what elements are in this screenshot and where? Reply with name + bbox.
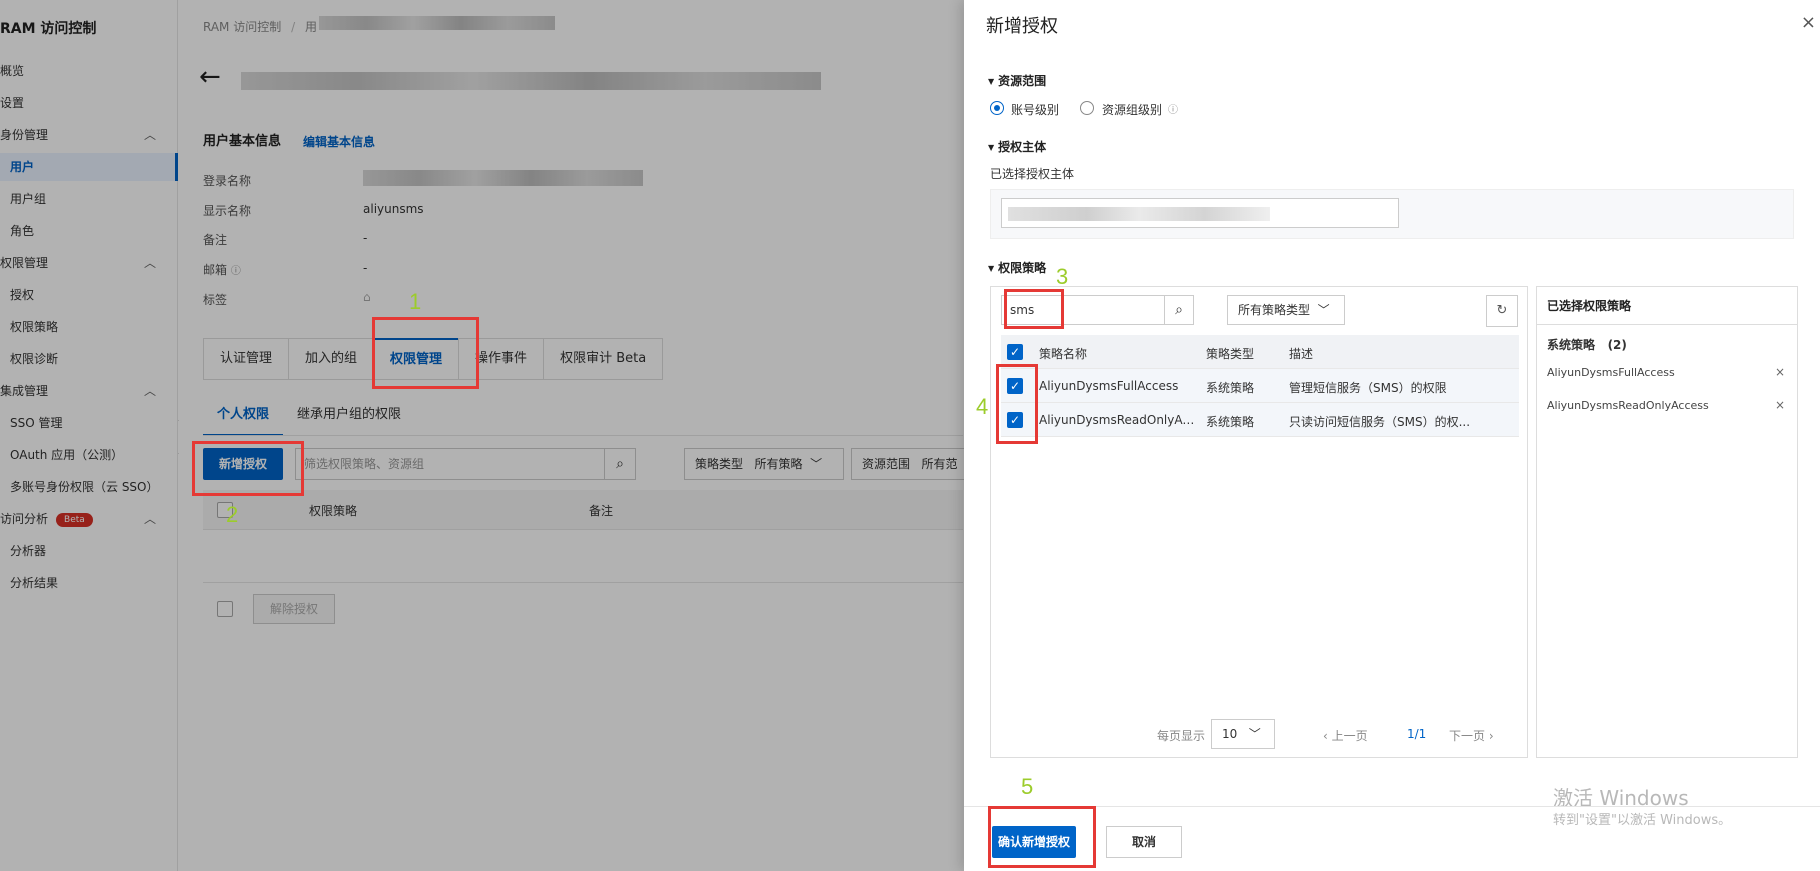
radio-label[interactable]: 资源组级别	[1102, 101, 1162, 118]
radio-label[interactable]: 账号级别	[1011, 101, 1059, 118]
annotation-box	[192, 441, 304, 496]
section-principal[interactable]: ▼ 授权主体	[988, 138, 1046, 155]
remove-icon[interactable]: ×	[1775, 398, 1785, 412]
annotation-number: 5	[1021, 774, 1034, 799]
section-resource-scope[interactable]: ▼ 资源范围	[988, 72, 1046, 89]
selected-group: 系统策略 (2)	[1547, 336, 1627, 353]
table-row[interactable]: ✓ AliyunDysmsReadOnlyAccess 系统策略 只读访问短信服…	[1001, 403, 1519, 437]
column-header-type: 策略类型	[1206, 347, 1255, 361]
search-icon[interactable]: ⌕	[1164, 295, 1194, 325]
caret-down-icon: ▼	[988, 143, 995, 152]
chevron-down-icon: ﹀	[1317, 303, 1330, 317]
annotation-number: 3	[1056, 264, 1069, 289]
policy-type: 系统策略	[1206, 415, 1255, 429]
next-page-label: 下一页	[1449, 729, 1486, 743]
table-row[interactable]: ✓ AliyunDysmsFullAccess 系统策略 管理短信服务（SMS）…	[1001, 369, 1519, 403]
column-header-name: 策略名称	[1039, 347, 1088, 361]
prev-page-label: 上一页	[1331, 729, 1368, 743]
remove-icon[interactable]: ×	[1775, 365, 1785, 379]
policy-type-select[interactable]: 所有策略类型 ﹀	[1227, 295, 1345, 325]
selected-count: (2)	[1607, 338, 1627, 352]
annotation-box	[1004, 289, 1064, 329]
annotation-box	[996, 364, 1038, 444]
annotation-box	[372, 317, 479, 389]
page-size-label: 每页显示	[1157, 729, 1206, 743]
selected-policies-panel: 已选择权限策略 系统策略 (2) AliyunDysmsFullAccess ×…	[1536, 286, 1798, 758]
next-page-button[interactable]: 下一页 ›	[1449, 727, 1494, 744]
selected-policy-item: AliyunDysmsReadOnlyAccess	[1547, 399, 1709, 412]
page-indicator: 1/1	[1407, 727, 1427, 741]
chevron-down-icon: ﹀	[1248, 727, 1261, 741]
caret-down-icon: ▼	[988, 77, 995, 86]
column-header-desc: 描述	[1289, 347, 1314, 361]
policy-desc: 只读访问短信服务（SMS）的权...	[1289, 415, 1471, 429]
refresh-icon[interactable]: ↻	[1486, 295, 1518, 327]
policy-type-value: 所有策略类型	[1238, 303, 1311, 317]
close-icon[interactable]: ×	[1801, 12, 1816, 33]
annotation-number: 4	[976, 394, 989, 419]
annotation-box	[988, 806, 1096, 868]
page-size-value: 10	[1222, 727, 1238, 741]
table-header: ✓ 策略名称 策略类型 描述	[1001, 335, 1519, 369]
selected-principal-label: 已选择授权主体	[990, 167, 1075, 181]
drawer-title: 新增授权	[986, 16, 1058, 37]
cancel-button[interactable]: 取消	[1106, 826, 1182, 858]
section-policy[interactable]: ▼ 权限策略	[988, 259, 1046, 276]
policy-type: 系统策略	[1206, 381, 1255, 395]
windows-watermark-sub: 转到"设置"以激活 Windows。	[1553, 813, 1732, 828]
selected-policies-title: 已选择权限策略	[1537, 287, 1797, 325]
selected-group-label: 系统策略	[1547, 338, 1596, 352]
annotation-number: 2	[226, 502, 239, 527]
chevron-right-icon: ›	[1488, 729, 1494, 743]
blurred-principal	[1008, 207, 1270, 221]
chevron-left-icon: ‹	[1323, 729, 1328, 743]
radio-resource-group-level[interactable]	[1080, 101, 1094, 115]
policy-name: AliyunDysmsFullAccess	[1039, 379, 1179, 393]
radio-account-level[interactable]	[990, 101, 1004, 115]
policy-list-panel: sms ⌕ 所有策略类型 ﹀ ↻ ✓ 策略名称 策略类型 描述 ✓ Aliyun…	[990, 286, 1528, 758]
selected-policy-item: AliyunDysmsFullAccess	[1547, 366, 1675, 379]
select-all-checkbox[interactable]: ✓	[1007, 344, 1023, 360]
modal-overlay[interactable]	[0, 0, 964, 871]
section-title: 资源范围	[998, 74, 1047, 88]
caret-down-icon: ▼	[988, 264, 995, 273]
pagination: 每页显示 10 ﹀ ‹ 上一页 1/1 下一页 ›	[991, 719, 1529, 749]
section-title: 权限策略	[998, 261, 1047, 275]
add-grant-drawer: 新增授权 × ▼ 资源范围 账号级别 资源组级别 ⓘ ▼ 授权主体 已选择授权主体 …	[964, 0, 1820, 871]
policy-name: AliyunDysmsReadOnlyAccess	[1039, 413, 1199, 427]
section-title: 授权主体	[998, 140, 1047, 154]
help-icon[interactable]: ⓘ	[1168, 101, 1178, 116]
principal-input[interactable]	[1001, 198, 1399, 228]
policy-desc: 管理短信服务（SMS）的权限	[1289, 381, 1447, 395]
policy-table: ✓ 策略名称 策略类型 描述 ✓ AliyunDysmsFullAccess 系…	[1001, 335, 1519, 437]
prev-page-button[interactable]: ‹ 上一页	[1323, 727, 1368, 744]
annotation-number: 1	[409, 289, 422, 314]
principal-box	[990, 189, 1794, 239]
page-size-select[interactable]: 10 ﹀	[1211, 719, 1275, 749]
